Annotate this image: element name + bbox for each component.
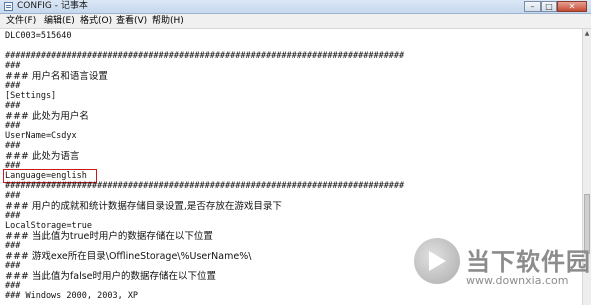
menu-help[interactable]: 帮助(H) <box>152 14 184 28</box>
window-title: CONFIG - 记事本 <box>17 1 88 11</box>
editor-line: ########################################… <box>5 181 405 191</box>
close-button[interactable]: ✕ <box>557 1 587 12</box>
notepad-icon <box>4 2 13 11</box>
watermark: 当下软件园 www.downxia.com <box>414 238 591 305</box>
editor-line: ### 用户的成就和统计数据存储目录设置,是否存放在游戏目录下 <box>5 201 282 212</box>
editor-line: ### 游戏exe所在目录\OfflineStorage\%UserName%\ <box>5 251 252 262</box>
menu-file[interactable]: 文件(F) <box>6 14 36 28</box>
maximize-button[interactable]: □ <box>541 1 557 12</box>
editor-line: ### 当此值为true时用户的数据存储在以下位置 <box>5 231 213 242</box>
watermark-url: www.downxia.com <box>466 274 569 287</box>
editor-line: DLC003=515640 <box>5 31 72 41</box>
menu-edit[interactable]: 编辑(E) <box>44 14 75 28</box>
editor-line: ### 当此值为false时用户的数据存储在以下位置 <box>5 271 216 282</box>
editor-line: ########################################… <box>5 51 405 61</box>
scroll-up-arrow-icon[interactable]: ▲ <box>583 29 591 38</box>
editor-line: ### Windows 2000, 2003, XP <box>5 291 139 301</box>
menu-view[interactable]: 查看(V) <box>116 14 147 28</box>
menu-bar: 文件(F) 编辑(E) 格式(O) 查看(V) 帮助(H) <box>0 14 591 29</box>
minimize-button[interactable]: – <box>524 1 541 12</box>
title-bar: CONFIG - 记事本 – □ ✕ <box>0 0 591 14</box>
watermark-name: 当下软件园 <box>466 248 591 276</box>
watermark-logo-icon <box>414 238 460 284</box>
menu-format[interactable]: 格式(O) <box>80 14 112 28</box>
editor-line: ### 用户名和语言设置 <box>5 71 108 82</box>
